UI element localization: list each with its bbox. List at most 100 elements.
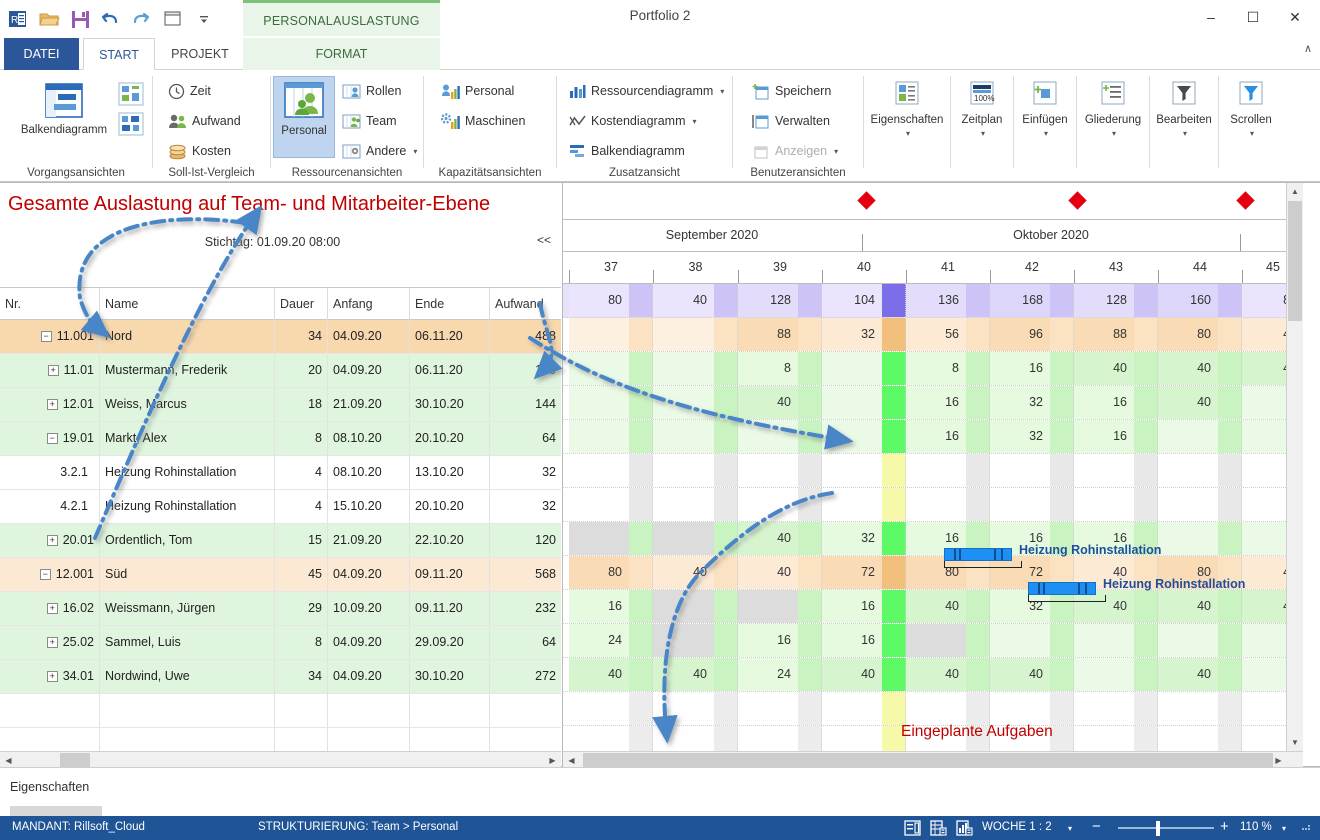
expand-icon[interactable]: + [46,535,58,547]
table-row[interactable]: +12.01 Weiss, Marcus 18 21.09.20 30.10.20 144 [0,388,561,422]
close-button[interactable]: ✕ [1274,2,1316,32]
team-button[interactable]: Team [339,108,400,134]
expand-icon[interactable]: + [46,399,58,411]
column-header-aufwand[interactable]: Aufwand [490,288,561,320]
table-row[interactable]: 3.2.1 Heizung Rohinstallation 4 08.10.20 13.… [0,456,561,490]
gliederung-button[interactable]: Gliederung ▾ [1077,76,1149,138]
collapse-pane-button[interactable]: << [537,233,551,247]
scroll-left-arrow[interactable]: ◀ [563,752,580,768]
column-header-anfang[interactable]: Anfang [328,288,410,320]
scrollen-button[interactable]: Scrollen ▾ [1219,76,1283,138]
speichern-button[interactable]: Speichern [749,78,834,104]
ressourcendiagramm-button[interactable]: Ressourcendiagramm ▾ [566,78,727,104]
vorgangsansichten-small-1[interactable] [118,82,144,106]
gantt-vertical-scrollbar[interactable]: ▲ ▼ [1286,183,1303,768]
chevron-down-icon[interactable]: ▾ [981,129,985,138]
chevron-down-icon[interactable]: ▾ [906,129,910,138]
collapse-icon[interactable]: − [40,331,52,343]
scroll-down-arrow[interactable]: ▼ [1287,734,1303,751]
milestone-marker[interactable] [857,191,876,210]
scroll-up-arrow[interactable]: ▲ [1287,183,1303,200]
vscroll-thumb[interactable] [1288,201,1302,321]
chevron-down-icon[interactable]: ▾ [720,87,724,96]
kostendiagramm-button[interactable]: Kostendiagramm ▾ [566,108,700,134]
collapse-icon[interactable]: − [46,433,58,445]
milestone-marker[interactable] [1236,191,1255,210]
table-row[interactable]: 4.2.1 Heizung Rohinstallation 4 15.10.20 20.… [0,490,561,524]
minimize-button[interactable]: – [1190,2,1232,32]
table-row[interactable]: +16.02 Weissmann, Jürgen 29 10.09.20 09.11.2… [0,592,561,626]
personal-view-button[interactable]: Personal [273,76,335,158]
milestone-marker[interactable] [1068,191,1087,210]
bottom-panel-label[interactable]: Eigenschaften [10,780,89,794]
column-header-dauer[interactable]: Dauer [275,288,328,320]
table-row[interactable]: +11.01 Mustermann, Frederik 20 04.09.20 06.1… [0,354,561,388]
expand-icon[interactable]: + [46,671,58,683]
expand-icon[interactable]: + [47,365,59,377]
hscroll-thumb[interactable] [583,753,1273,767]
table-row[interactable]: +34.01 Nordwind, Uwe 34 04.09.20 30.10.20 272 [0,660,561,694]
chevron-down-icon[interactable]: ▾ [834,147,838,156]
column-header-nr[interactable]: Nr. [0,288,100,320]
kapazitaet-maschinen-button[interactable]: Maschinen [438,108,528,134]
table-cell-aufwand: 160 [535,363,556,377]
verwalten-button[interactable]: Verwalten [749,108,833,134]
table-row[interactable] [0,694,561,728]
chevron-down-icon[interactable]: ▾ [693,117,697,126]
view-pane-icon[interactable] [904,820,921,836]
tab-format[interactable]: FORMAT [243,38,440,70]
zeitplan-button[interactable]: 100% Zeitplan ▾ [951,76,1013,138]
tab-datei[interactable]: DATEI [4,38,79,70]
bearbeiten-button[interactable]: Bearbeiten ▾ [1150,76,1218,138]
table-view-icon[interactable] [930,820,947,836]
zusatz-balkendiagramm-button[interactable]: Balkendiagramm [566,138,688,164]
table-row[interactable]: −19.01 Markt, Alex 8 08.10.20 20.10.20 64 [0,422,561,456]
column-header-ende[interactable]: Ende [410,288,490,320]
gantt-horizontal-scrollbar[interactable]: ◀ ▶ [563,751,1303,768]
rollen-button[interactable]: Rollen [339,78,404,104]
vorgangsansichten-small-2[interactable] [118,112,144,136]
chevron-down-icon[interactable]: ▾ [1183,129,1187,138]
chevron-down-icon[interactable]: ▾ [1250,129,1254,138]
aufwand-button[interactable]: Aufwand [165,108,244,134]
zoom-in-button[interactable]: + [1220,819,1229,834]
chart-view-icon[interactable] [956,820,973,836]
resize-grip-icon[interactable] [1300,820,1317,836]
anzeigen-button[interactable]: Anzeigen ▾ [749,138,841,164]
hscroll-thumb[interactable] [60,753,90,767]
table-horizontal-scrollbar[interactable]: ◀ ▶ [0,751,561,768]
zoom-dropdown-icon[interactable]: ▾ [1282,824,1286,833]
scroll-right-arrow[interactable]: ▶ [1270,752,1287,768]
maximize-button[interactable]: ☐ [1232,2,1274,32]
tab-projekt[interactable]: PROJEKT [159,38,241,70]
gantt-bar[interactable] [1028,582,1096,595]
zoom-slider-track[interactable] [1118,827,1214,829]
balkendiagramm-button[interactable]: Balkendiagramm [14,78,114,137]
chevron-down-icon[interactable]: ▾ [1112,129,1116,138]
collapse-ribbon-button[interactable]: ∧ [1304,42,1312,55]
status-timescale[interactable]: WOCHE 1 : 2 [982,821,1052,833]
scroll-left-arrow[interactable]: ◀ [0,752,17,768]
table-row[interactable]: −12.001 Süd 45 04.09.20 09.11.20 568 [0,558,561,592]
collapse-icon[interactable]: − [39,569,51,581]
table-row[interactable]: +25.02 Sammel, Luis 8 04.09.20 29.09.20 64 [0,626,561,660]
chevron-down-icon[interactable]: ▾ [413,147,417,156]
expand-icon[interactable]: + [46,637,58,649]
zoom-out-button[interactable]: − [1092,819,1101,834]
andere-button[interactable]: Andere ▾ [339,138,420,164]
zoom-slider-knob[interactable] [1156,821,1160,836]
kosten-button[interactable]: Kosten [165,138,234,164]
tab-start[interactable]: START [83,38,155,70]
scroll-right-arrow[interactable]: ▶ [544,752,561,768]
chevron-down-icon[interactable]: ▾ [1044,129,1048,138]
zeit-button[interactable]: Zeit [165,78,214,104]
kapazitaet-personal-button[interactable]: Personal [438,78,517,104]
eigenschaften-button[interactable]: Eigenschaften ▾ [864,76,950,138]
table-row[interactable]: −11.001 Nord 34 04.09.20 06.11.20 488 [0,320,561,354]
table-row[interactable]: +20.01 Ordentlich, Tom 15 21.09.20 22.10.20 1… [0,524,561,558]
timescale-dropdown-icon[interactable]: ▾ [1068,824,1072,833]
einfuegen-button[interactable]: Einfügen ▾ [1014,76,1076,138]
column-header-name[interactable]: Name [100,288,275,320]
gantt-bar[interactable] [944,548,1012,561]
expand-icon[interactable]: + [46,603,58,615]
